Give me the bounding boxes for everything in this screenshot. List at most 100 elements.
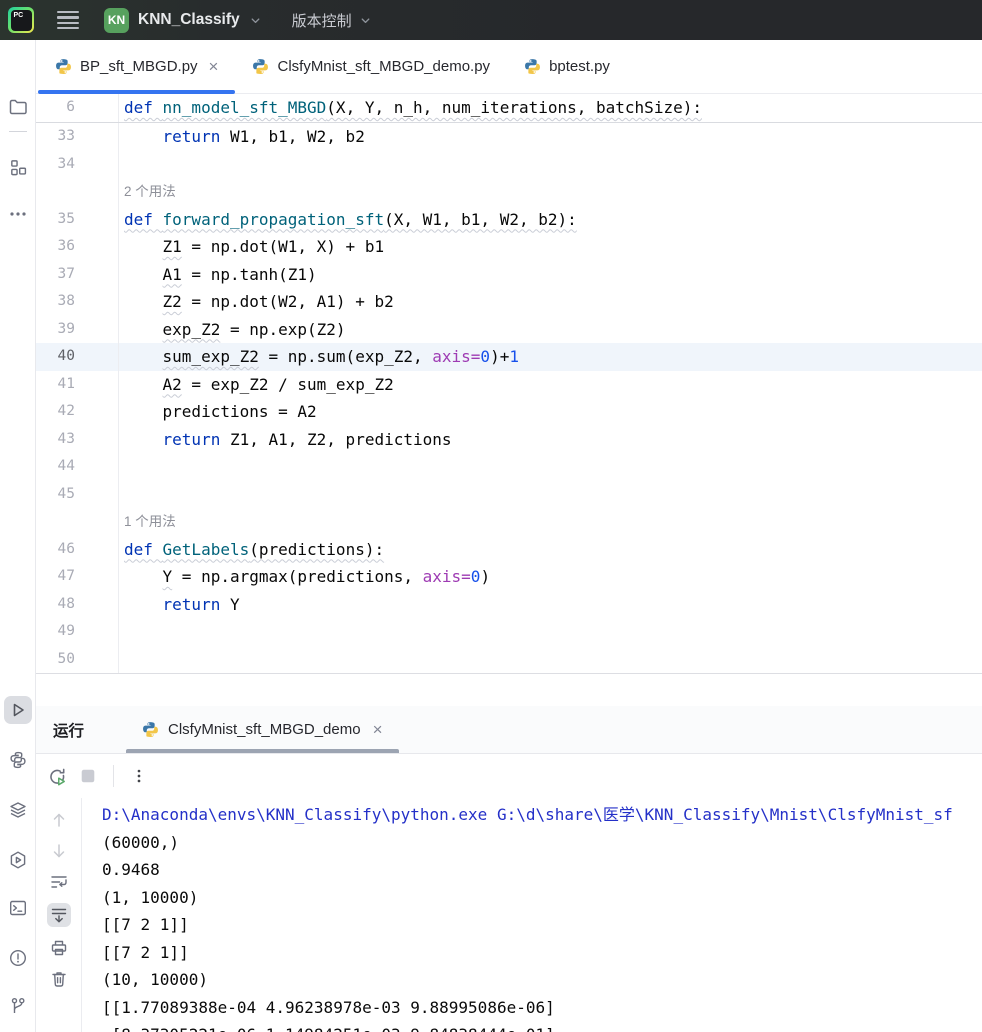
code-line[interactable]: 46def GetLabels(predictions):: [36, 536, 982, 564]
python-file-icon: [142, 721, 159, 738]
usages-hint-row[interactable]: 1 个用法: [36, 508, 982, 536]
code-editor[interactable]: 33 return W1, b1, W2, b2342 个用法35def for…: [36, 123, 982, 674]
scroll-to-end-icon[interactable]: [47, 903, 71, 927]
run-tool-window-icon[interactable]: [4, 696, 32, 724]
line-number[interactable]: 36: [36, 233, 119, 261]
code-line[interactable]: 45: [36, 481, 982, 509]
line-number[interactable]: 50: [36, 646, 119, 674]
problems-icon[interactable]: [8, 948, 28, 968]
code-text[interactable]: sum_exp_Z2 = np.sum(exp_Z2, axis=0)+1: [119, 343, 982, 371]
code-line[interactable]: 39 exp_Z2 = np.exp(Z2): [36, 316, 982, 344]
line-number[interactable]: 35: [36, 206, 119, 234]
console-output[interactable]: D:\Anaconda\envs\KNN_Classify\python.exe…: [82, 798, 982, 1032]
line-number[interactable]: 45: [36, 481, 119, 509]
code-line[interactable]: 44: [36, 453, 982, 481]
editor-tab[interactable]: ClsfyMnist_sft_MBGD_demo.py: [235, 40, 507, 93]
usages-hint[interactable]: 1 个用法: [119, 508, 982, 536]
line-number[interactable]: [36, 508, 119, 536]
line-number[interactable]: 46: [36, 536, 119, 564]
version-control-branch-icon[interactable]: [8, 996, 28, 1016]
code-line[interactable]: 35def forward_propagation_sft(X, W1, b1,…: [36, 206, 982, 234]
code-text[interactable]: [119, 646, 982, 674]
sticky-line-number[interactable]: 6: [36, 94, 119, 122]
code-line[interactable]: 50: [36, 646, 982, 674]
code-text[interactable]: return Y: [119, 591, 982, 619]
rerun-icon[interactable]: [47, 766, 68, 787]
editor-tab[interactable]: bptest.py: [507, 40, 627, 93]
usages-hint[interactable]: 2 个用法: [119, 178, 982, 206]
line-number[interactable]: 37: [36, 261, 119, 289]
code-text[interactable]: Z1 = np.dot(W1, X) + b1: [119, 233, 982, 261]
code-text[interactable]: def forward_propagation_sft(X, W1, b1, W…: [119, 206, 982, 234]
code-text[interactable]: predictions = A2: [119, 398, 982, 426]
code-text[interactable]: [119, 151, 982, 179]
main-menu-burger-icon[interactable]: [57, 11, 79, 30]
code-line[interactable]: 47 Y = np.argmax(predictions, axis=0): [36, 563, 982, 591]
line-number[interactable]: 47: [36, 563, 119, 591]
down-stacktrace-icon[interactable]: [49, 841, 69, 861]
code-line[interactable]: 41 A2 = exp_Z2 / sum_exp_Z2: [36, 371, 982, 399]
editor-tab[interactable]: BP_sft_MBGD.py×: [38, 40, 235, 93]
terminal-icon[interactable]: [8, 898, 28, 918]
code-line[interactable]: 36 Z1 = np.dot(W1, X) + b1: [36, 233, 982, 261]
code-line[interactable]: 37 A1 = np.tanh(Z1): [36, 261, 982, 289]
line-number[interactable]: [36, 178, 119, 206]
code-text[interactable]: [119, 618, 982, 646]
sticky-line-code[interactable]: def nn_model_sft_MBGD(X, Y, n_h, num_ite…: [119, 94, 982, 122]
titlebar: PC KN KNN_Classify 版本控制: [0, 0, 982, 40]
vcs-widget[interactable]: 版本控制: [292, 10, 372, 31]
line-number[interactable]: 44: [36, 453, 119, 481]
project-widget[interactable]: KN KNN_Classify: [104, 8, 262, 33]
line-number[interactable]: 33: [36, 123, 119, 151]
tab-label: ClsfyMnist_sft_MBGD_demo.py: [277, 58, 490, 75]
up-stacktrace-icon[interactable]: [49, 810, 69, 830]
chevron-down-icon: [249, 14, 262, 27]
code-line[interactable]: 43 return Z1, A1, Z2, predictions: [36, 426, 982, 454]
code-text[interactable]: A2 = exp_Z2 / sum_exp_Z2: [119, 371, 982, 399]
editor-empty-space[interactable]: [36, 674, 982, 706]
usages-hint-row[interactable]: 2 个用法: [36, 178, 982, 206]
run-config-tab[interactable]: ClsfyMnist_sft_MBGD_demo ×: [126, 706, 399, 753]
close-icon[interactable]: ×: [209, 58, 219, 75]
code-text[interactable]: exp_Z2 = np.exp(Z2): [119, 316, 982, 344]
sticky-code-line[interactable]: 6 def nn_model_sft_MBGD(X, Y, n_h, num_i…: [36, 94, 982, 123]
code-text[interactable]: return W1, b1, W2, b2: [119, 123, 982, 151]
code-text[interactable]: A1 = np.tanh(Z1): [119, 261, 982, 289]
code-text[interactable]: [119, 453, 982, 481]
line-number[interactable]: 43: [36, 426, 119, 454]
code-line[interactable]: 49: [36, 618, 982, 646]
code-text[interactable]: Z2 = np.dot(W2, A1) + b2: [119, 288, 982, 316]
code-line[interactable]: 42 predictions = A2: [36, 398, 982, 426]
console-line: [[1.77089388e-04 4.96238978e-03 9.889950…: [102, 994, 982, 1022]
code-line[interactable]: 40 sum_exp_Z2 = np.sum(exp_Z2, axis=0)+1: [36, 343, 982, 371]
code-line[interactable]: 33 return W1, b1, W2, b2: [36, 123, 982, 151]
code-line[interactable]: 34: [36, 151, 982, 179]
structure-icon[interactable]: [8, 158, 27, 177]
soft-wrap-icon[interactable]: [49, 872, 69, 892]
line-number[interactable]: 38: [36, 288, 119, 316]
line-number[interactable]: 42: [36, 398, 119, 426]
clear-console-trash-icon[interactable]: [49, 969, 69, 989]
code-text[interactable]: def GetLabels(predictions):: [119, 536, 982, 564]
stop-icon[interactable]: [79, 767, 97, 785]
more-tool-windows-icon[interactable]: [8, 204, 28, 224]
line-number[interactable]: 34: [36, 151, 119, 179]
code-text[interactable]: Y = np.argmax(predictions, axis=0): [119, 563, 982, 591]
close-icon[interactable]: ×: [373, 721, 383, 738]
print-icon[interactable]: [49, 938, 69, 958]
python-console-icon[interactable]: [8, 750, 28, 770]
code-text[interactable]: [119, 481, 982, 509]
code-line[interactable]: 38 Z2 = np.dot(W2, A1) + b2: [36, 288, 982, 316]
python-packages-icon[interactable]: [8, 850, 28, 870]
services-icon[interactable]: [8, 800, 28, 820]
more-options-kebab-icon[interactable]: [130, 767, 148, 785]
line-number[interactable]: 40: [36, 343, 119, 371]
code-text[interactable]: return Z1, A1, Z2, predictions: [119, 426, 982, 454]
line-number[interactable]: 41: [36, 371, 119, 399]
line-number[interactable]: 49: [36, 618, 119, 646]
console-line: (10, 10000): [102, 966, 982, 994]
line-number[interactable]: 39: [36, 316, 119, 344]
project-folder-icon[interactable]: [8, 97, 28, 117]
code-line[interactable]: 48 return Y: [36, 591, 982, 619]
line-number[interactable]: 48: [36, 591, 119, 619]
